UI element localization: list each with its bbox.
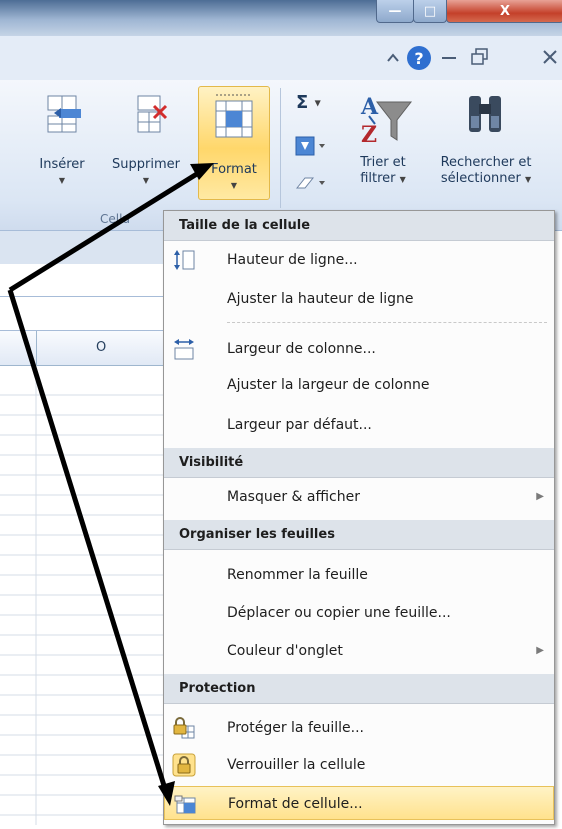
insert-dropdown-icon: ▼ [58,176,66,185]
autosum-icon: Σ [296,92,309,113]
sort-filter-dropdown-icon: ▼ [399,175,406,184]
menu-item-label: Renommer la feuille [227,567,368,583]
formula-bar-strip [0,231,170,264]
row-height-icon [174,250,195,270]
column-separator [36,331,37,365]
menu-item-default-width[interactable]: Largeur par défaut... [164,408,554,442]
menu-item-lock-cell[interactable]: Verrouiller la cellule [164,748,554,782]
column-header-o[interactable]: O [96,340,106,355]
format-dropdown-menu: Taille de la cellule Hauteur de ligne...… [163,210,555,825]
menu-item-tab-color[interactable]: Couleur d'onglet ▶ [164,634,554,668]
minimize-workbook-icon[interactable] [440,51,458,65]
menu-item-row-height[interactable]: Hauteur de ligne... [164,243,554,277]
menu-item-label: Couleur d'onglet [227,643,343,659]
find-select-label-1: Rechercher et [440,155,532,170]
find-select-label-2: sélectionner ▼ [440,171,532,186]
menu-item-label: Largeur par défaut... [227,417,372,433]
protect-sheet-icon [173,717,195,739]
submenu-arrow-icon: ▶ [536,645,544,656]
ribbon: Insérer ▼ Supprimer ▼ Format ▼ Σ ▼ A Z T… [0,80,562,231]
format-label: Format [211,162,257,177]
menu-separator [227,322,547,323]
menu-item-label: Déplacer ou copier une feuille... [227,605,451,621]
delete-cells-icon [137,95,168,133]
sort-filter-button[interactable]: A Z Trier et filtrer ▼ [346,86,420,188]
menu-item-format-cells[interactable]: Format de cellule... [164,786,554,820]
format-dropdown-icon: ▼ [230,181,238,190]
format-button[interactable]: Format ▼ [198,86,270,200]
menu-item-label: Ajuster la hauteur de ligne [227,291,414,307]
sort-filter-icon: A Z [360,94,413,148]
menu-item-label: Largeur de colonne... [227,341,376,357]
cells-group-label: Cellu [100,212,131,226]
menu-item-label: Format de cellule... [228,796,363,812]
find-select-dropdown-icon: ▼ [525,175,532,184]
insert-label: Insérer [39,157,85,172]
lock-icon [172,753,196,777]
autosum-button[interactable]: Σ ▼ [296,92,321,113]
close-button[interactable]: X [446,0,562,23]
maximize-button[interactable]: □ [413,0,447,23]
delete-label: Supprimer [112,157,180,172]
collapse-ribbon-icon[interactable] [385,51,401,65]
menu-header-cell-size: Taille de la cellule [164,211,554,241]
title-bar: — □ X [0,0,562,36]
menu-item-autofit-column-width[interactable]: Ajuster la largeur de colonne [164,368,554,402]
formula-bar-row [0,264,170,297]
format-cells-large-icon [215,94,253,138]
menu-item-label: Masquer & afficher [227,489,360,505]
sort-filter-label-2: filtrer ▼ [360,171,406,186]
binoculars-icon [469,96,501,132]
format-cells-icon [174,795,196,814]
close-workbook-icon[interactable] [540,47,562,67]
column-width-icon [174,339,194,360]
menu-item-label: Hauteur de ligne... [227,252,358,268]
minimize-button[interactable]: — [376,0,414,23]
autosum-dropdown-icon: ▼ [314,98,321,108]
svg-text:Z: Z [361,122,377,148]
menu-header-organize-sheets: Organiser les feuilles [164,520,554,550]
delete-button[interactable]: Supprimer ▼ [97,92,195,189]
help-icon[interactable]: ? [406,45,432,71]
fill-icon[interactable] [293,134,329,160]
menu-item-column-width[interactable]: Largeur de colonne... [164,332,554,366]
menu-item-label: Ajuster la largeur de colonne [227,377,430,393]
menu-header-protection: Protection [164,674,554,704]
menu-item-hide-unhide[interactable]: Masquer & afficher ▶ [164,480,554,514]
menu-header-visibility: Visibilité [164,448,554,478]
menu-item-label: Protéger la feuille... [227,720,364,736]
menu-item-protect-sheet[interactable]: Protéger la feuille... [164,711,554,745]
sort-filter-label-1: Trier et [360,155,406,170]
menu-item-rename-sheet[interactable]: Renommer la feuille [164,558,554,592]
menu-item-move-copy-sheet[interactable]: Déplacer ou copier une feuille... [164,596,554,630]
cell-grid[interactable] [0,365,170,825]
find-select-button[interactable]: Rechercher et sélectionner ▼ [424,86,548,188]
clear-icon[interactable] [293,172,329,194]
column-header-row: O [0,330,170,366]
ribbon-help-bar: ? [0,36,562,80]
svg-text:?: ? [414,49,423,68]
menu-item-autofit-row-height[interactable]: Ajuster la hauteur de ligne [164,282,554,316]
menu-item-label: Verrouiller la cellule [227,757,366,773]
submenu-arrow-icon: ▶ [536,491,544,502]
insert-cells-icon [47,95,81,133]
grid-lines [0,365,170,825]
delete-dropdown-icon: ▼ [142,176,150,185]
insert-button[interactable]: Insérer ▼ [30,92,94,189]
group-separator [280,88,281,208]
restore-workbook-icon[interactable] [470,47,490,67]
